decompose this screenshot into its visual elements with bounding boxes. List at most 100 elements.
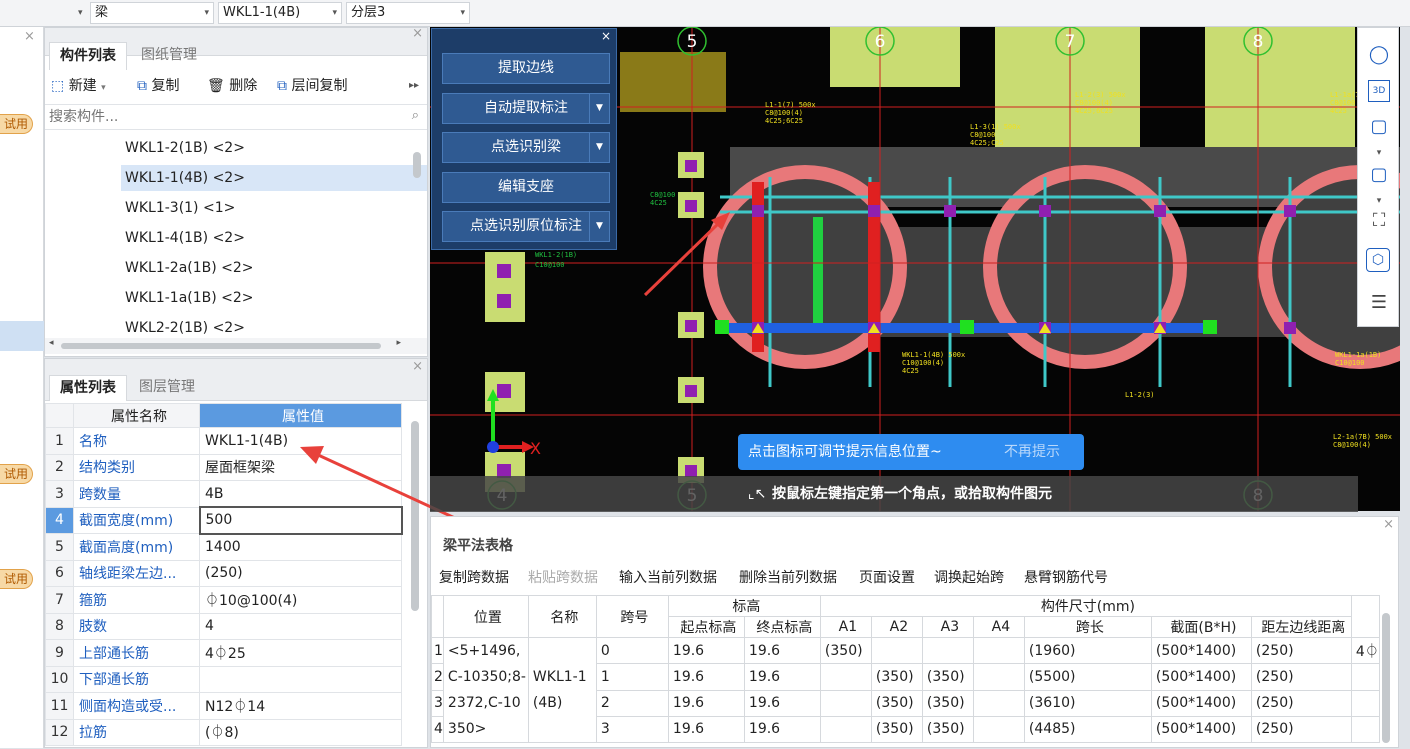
cell-s[interactable]: 19.6 (667, 663, 745, 691)
property-row[interactable]: 6 轴线距梁左边... (250) (45, 559, 402, 587)
vertical-scrollbar[interactable] (1382, 613, 1390, 743)
horizontal-scrollbar[interactable]: ◂ ▸ (45, 338, 427, 354)
cell-len[interactable]: (5500) (1023, 663, 1152, 691)
dropdown-arrow-icon[interactable]: ▼ (589, 133, 609, 162)
cell-extra[interactable]: 4⏀ (1350, 636, 1380, 665)
nav-selected-item[interactable] (0, 321, 44, 351)
new-button[interactable]: ⬚ 新建 ▾ (51, 71, 106, 101)
copy-button[interactable]: ⧉ 复制 (137, 71, 179, 101)
close-icon[interactable]: × (1383, 517, 1394, 532)
cell-e[interactable]: 19.6 (743, 636, 821, 665)
property-row[interactable]: 11 侧面构造或受... N12⏀14 (45, 692, 402, 720)
cell-a1[interactable] (819, 715, 872, 744)
cell-len[interactable]: (1960) (1023, 636, 1152, 665)
scroll-right-icon[interactable]: ▸ (396, 338, 401, 348)
cell-span[interactable]: 2 (595, 689, 669, 717)
cell-span[interactable]: 0 (595, 636, 669, 665)
cell-dist[interactable]: (250) (1250, 636, 1352, 665)
cell-a1[interactable]: (350) (819, 636, 872, 665)
cell-dist[interactable]: (250) (1250, 715, 1352, 744)
vertical-scrollbar[interactable] (413, 152, 421, 178)
auto-extract-label-button[interactable]: 自动提取标注 ▼ (442, 93, 610, 124)
cell-e[interactable]: 19.6 (743, 663, 821, 691)
tab-component-list[interactable]: 构件列表 (49, 42, 127, 70)
cell-a1[interactable] (819, 663, 872, 691)
cell-s[interactable]: 19.6 (667, 636, 745, 665)
pick-recognize-beam-button[interactable]: 点选识别梁 ▼ (442, 132, 610, 163)
property-row[interactable]: 12 拉筋 (⏀8) (45, 718, 402, 746)
tab-drawing-management[interactable]: 图纸管理 (131, 42, 207, 70)
cell-a2[interactable]: (350) (870, 689, 923, 717)
property-row[interactable]: 10 下部通长筋 (45, 665, 402, 693)
cell-sec[interactable]: (500*1400) (1150, 663, 1252, 691)
list-item[interactable]: WKL1-1a(1B) <2> (125, 285, 254, 311)
cell-a3[interactable]: (350) (921, 663, 974, 691)
trial-badge[interactable]: 试用 (0, 114, 33, 134)
report-icon[interactable]: ☰ (1366, 290, 1392, 316)
close-icon[interactable]: × (24, 29, 35, 44)
dropdown-arrow-icon[interactable]: ▼ (589, 94, 609, 123)
pick-recognize-insitu-button[interactable]: 点选识别原位标注 ▼ (442, 211, 610, 242)
cell-e[interactable]: 19.6 (743, 689, 821, 717)
property-value[interactable]: 4⏀25 (199, 639, 402, 667)
close-icon[interactable]: × (412, 359, 423, 374)
delete-button[interactable]: 🗑 删除 (207, 71, 257, 101)
property-value[interactable]: 4 (199, 612, 402, 640)
close-icon[interactable]: × (601, 29, 611, 43)
more-icon[interactable]: ▸▸ (409, 71, 419, 101)
property-value[interactable]: ⏀10@100(4) (199, 586, 402, 614)
property-value[interactable]: N12⏀14 (199, 692, 402, 720)
tab-property-list[interactable]: 属性列表 (49, 375, 127, 401)
3d-view-icon[interactable]: 3D (1368, 80, 1390, 102)
cube-view-icon[interactable]: ▢ (1366, 162, 1392, 188)
table-row[interactable]: 1 <5+1496,C-10350;8-2372,C-10350> WKL1-1(4… (431, 636, 1380, 743)
cell-sec[interactable]: (500*1400) (1150, 689, 1252, 717)
list-item-selected[interactable]: WKL1-1(4B) <2> (125, 165, 245, 191)
combo-arrow-icon[interactable]: ▾ (74, 2, 90, 24)
cell-extra[interactable] (1350, 663, 1380, 691)
search-input[interactable] (45, 105, 385, 129)
cell-a3[interactable]: (350) (921, 689, 974, 717)
trial-badge[interactable]: 试用 (0, 464, 33, 484)
cell-a3[interactable] (921, 636, 974, 665)
orbit-icon[interactable]: ◯ (1366, 42, 1392, 68)
edit-support-button[interactable]: 编辑支座 (442, 172, 610, 203)
list-item[interactable]: WKL1-3(1) <1> (125, 195, 235, 221)
property-value[interactable]: 1400 (199, 533, 402, 561)
tab-layer-management[interactable]: 图层管理 (129, 375, 205, 401)
component-view-icon[interactable]: ⬡ (1366, 248, 1390, 272)
tip-popup[interactable]: 点击图标可调节提示信息位置~ 不再提示 (738, 434, 1084, 470)
search-icon[interactable]: ⌕ (412, 108, 419, 123)
scroll-left-icon[interactable]: ◂ (49, 338, 54, 348)
cell-s[interactable]: 19.6 (667, 689, 745, 717)
cell-e[interactable]: 19.6 (743, 715, 821, 744)
dropdown-arrow-icon[interactable]: ▼ (589, 212, 609, 241)
cell-span[interactable]: 1 (595, 663, 669, 691)
scroll-thumb[interactable] (61, 343, 381, 349)
trial-badge[interactable]: 试用 (0, 569, 33, 589)
component-type-select[interactable]: 梁 ▾ (90, 2, 214, 24)
list-item[interactable]: WKL1-2(1B) <2> (125, 135, 245, 161)
property-row[interactable]: 7 箍筋 ⏀10@100(4) (45, 586, 402, 614)
property-row[interactable]: 8 肢数 4 (45, 612, 402, 640)
list-item[interactable]: WKL1-2a(1B) <2> (125, 255, 254, 281)
list-item[interactable]: WKL1-4(1B) <2> (125, 225, 245, 251)
cell-a4[interactable] (972, 689, 1025, 717)
cell-sec[interactable]: (500*1400) (1150, 636, 1252, 665)
cell-extra[interactable] (1350, 715, 1380, 744)
cell-dist[interactable]: (250) (1250, 689, 1352, 717)
cell-a3[interactable]: (350) (921, 715, 974, 744)
floor-copy-button[interactable]: ⧉ 层间复制 (277, 71, 347, 101)
cell-extra[interactable] (1350, 689, 1380, 717)
layer-select[interactable]: 分层3 ▾ (346, 2, 470, 24)
cell-a2[interactable]: (350) (870, 715, 923, 744)
cell-a2[interactable] (870, 636, 923, 665)
cell-a2[interactable]: (350) (870, 663, 923, 691)
cell-sec[interactable]: (500*1400) (1150, 715, 1252, 744)
name-cell[interactable]: WKL1-1(4B) (527, 637, 597, 743)
position-cell[interactable]: <5+1496,C-10350;8-2372,C-10350> (442, 637, 529, 743)
cell-len[interactable]: (4485) (1023, 715, 1152, 744)
component-name-select[interactable]: WKL1-1(4B) ▾ (218, 2, 342, 24)
cell-a4[interactable] (972, 715, 1025, 744)
property-row[interactable]: 5 截面高度(mm) 1400 (45, 533, 402, 561)
